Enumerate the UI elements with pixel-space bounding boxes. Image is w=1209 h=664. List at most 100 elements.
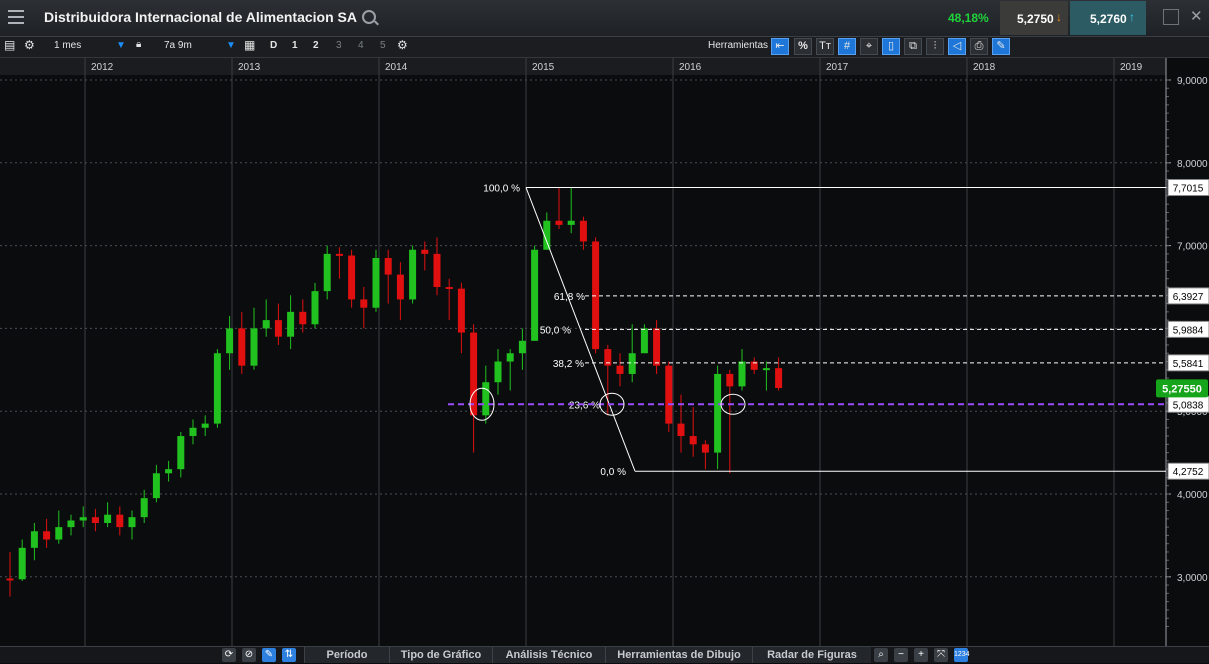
- y-tick-label: 7,0000: [1177, 242, 1208, 253]
- candle-body: [6, 578, 14, 581]
- sell-price: 5,2750: [1017, 12, 1054, 26]
- pencil-icon[interactable]: ✎: [262, 648, 276, 662]
- bottom-bar: ⟳ ⊘ ✎ ⇅ Período Tipo de Gráfico Análisis…: [0, 646, 1209, 663]
- candle-body: [457, 288, 465, 333]
- crosshair-icon[interactable]: ⌖: [860, 38, 878, 55]
- candle-body: [104, 514, 112, 523]
- candle-body: [592, 241, 600, 350]
- candle-body: [762, 368, 770, 371]
- title-bar: Distribuidora Internacional de Alimentac…: [0, 0, 1209, 37]
- wrench-icon[interactable]: ✎: [992, 38, 1010, 55]
- chevron-down-icon: ▼: [116, 40, 126, 51]
- daily-change: 48,18%: [948, 11, 989, 25]
- ohlc-icon[interactable]: ⫶: [926, 38, 944, 55]
- no-entry-icon[interactable]: ⊘: [242, 648, 256, 662]
- instrument-title: Distribuidora Internacional de Alimentac…: [44, 9, 357, 25]
- candle-body: [653, 328, 661, 366]
- lock-icon[interactable]: 🔒︎: [136, 39, 141, 50]
- candle-body: [738, 361, 746, 387]
- tab-herramientas-dibujo[interactable]: Herramientas de Dibujo: [605, 647, 752, 663]
- candle-body: [677, 423, 685, 437]
- candle-body: [213, 353, 221, 424]
- candle-body: [18, 547, 26, 580]
- x-tick-label: 2017: [826, 62, 849, 73]
- range-value: 7a 9m: [164, 40, 192, 51]
- layout-d-button[interactable]: D: [270, 40, 277, 51]
- candle-body: [628, 353, 636, 374]
- buy-price-button[interactable]: 5,2760 ↑: [1070, 1, 1146, 35]
- numbers-icon[interactable]: 1234: [954, 648, 970, 662]
- x-tick-label: 2016: [679, 62, 702, 73]
- tab-analisis-tecnico[interactable]: Análisis Técnico: [492, 647, 605, 663]
- candle-body: [238, 328, 246, 366]
- chevron-down-icon: ▼: [226, 40, 236, 51]
- candle-body: [67, 520, 75, 528]
- tab-periodo[interactable]: Período: [304, 647, 389, 663]
- candle-body: [299, 311, 307, 325]
- candle-body: [30, 531, 38, 548]
- tab-radar-figuras[interactable]: Radar de Figuras: [752, 647, 871, 663]
- hamburger-menu-icon[interactable]: [8, 10, 24, 24]
- buy-price: 5,2760: [1090, 12, 1127, 26]
- percent-button[interactable]: %: [794, 38, 812, 55]
- x-tick-label: 2015: [532, 62, 555, 73]
- sell-price-button[interactable]: 5,2750 ↓: [1000, 1, 1068, 35]
- zoom-icon[interactable]: ⌕: [874, 648, 888, 662]
- fib-price-label: 7,7015: [1173, 184, 1204, 195]
- candle-body: [274, 320, 282, 337]
- candle-body: [43, 531, 51, 540]
- candle-body: [177, 436, 185, 470]
- candle-body: [165, 469, 173, 474]
- candle-body: [384, 258, 392, 275]
- calendar-icon[interactable]: ▦: [244, 38, 255, 52]
- fib-percent-label: 38,2 %: [553, 359, 584, 370]
- fib-price-label: 5,9884: [1173, 325, 1204, 336]
- fib-percent-label: 61,8 %: [554, 292, 585, 303]
- candle-body: [140, 498, 148, 518]
- swap-icon[interactable]: ⇅: [282, 648, 296, 662]
- candle-body: [689, 436, 697, 445]
- fit-icon[interactable]: ⤧: [934, 648, 948, 662]
- candle-body: [433, 253, 441, 287]
- candle-icon[interactable]: ▯: [882, 38, 900, 55]
- layout-1-button[interactable]: 1: [292, 40, 298, 51]
- zoom-in-icon[interactable]: +: [914, 648, 928, 662]
- candle-body: [287, 311, 295, 337]
- tab-tipo-grafico[interactable]: Tipo de Gráfico: [389, 647, 492, 663]
- fib-price-label: 6,3927: [1173, 292, 1204, 303]
- text-button[interactable]: Tт: [816, 38, 834, 55]
- layout-settings-icon[interactable]: ⚙: [397, 38, 408, 52]
- layout-4-button[interactable]: 4: [358, 40, 364, 51]
- layout-5-button[interactable]: 5: [380, 40, 386, 51]
- zoom-out-icon[interactable]: −: [894, 648, 908, 662]
- table-icon[interactable]: ▤: [4, 38, 15, 52]
- settings-gear-icon[interactable]: ⚙: [24, 38, 35, 52]
- chart-svg[interactable]: 2012 2013 2014 2015 2016 2017 2018 2019 9,0000 8,…: [0, 58, 1209, 646]
- candle-body: [91, 517, 99, 523]
- candle-body: [555, 220, 563, 225]
- layout-2-button[interactable]: 2: [313, 40, 319, 51]
- candle-body: [250, 328, 258, 366]
- print-icon[interactable]: ⎙: [970, 38, 988, 55]
- candle-body: [311, 291, 319, 325]
- back-arrow-icon[interactable]: ⇤: [771, 38, 789, 55]
- windows-icon[interactable]: ⧉: [904, 38, 922, 55]
- x-tick-label: 2014: [385, 62, 408, 73]
- candle-body: [640, 328, 648, 354]
- candle-body: [470, 332, 478, 416]
- period-select[interactable]: 1 mes ▼: [46, 39, 126, 54]
- search-icon[interactable]: [362, 10, 376, 24]
- up-arrow-icon: ↑: [1129, 10, 1135, 24]
- layout-3-button[interactable]: 3: [336, 40, 342, 51]
- refresh-icon[interactable]: ⟳: [222, 648, 236, 662]
- candle-body: [372, 258, 380, 308]
- range-select[interactable]: 7a 9m ▼: [156, 39, 238, 54]
- x-tick-label: 2018: [973, 62, 996, 73]
- grid-icon[interactable]: #: [838, 38, 856, 55]
- close-icon[interactable]: ✕: [1188, 8, 1203, 25]
- tag-icon[interactable]: ◁: [948, 38, 966, 55]
- detach-window-icon[interactable]: [1163, 9, 1179, 25]
- candle-body: [701, 444, 709, 453]
- price-chart[interactable]: 2012 2013 2014 2015 2016 2017 2018 2019 9,0000 8,…: [0, 58, 1209, 646]
- candle-body: [531, 249, 539, 341]
